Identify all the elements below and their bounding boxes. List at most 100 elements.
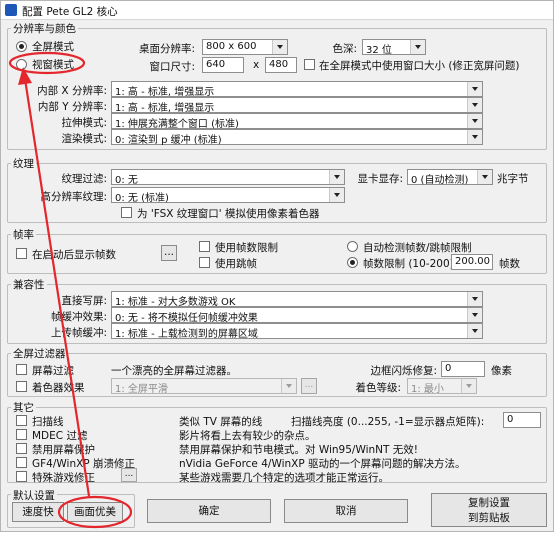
chevron-down-icon	[477, 170, 492, 184]
show-fps-checkbox[interactable]	[16, 248, 27, 259]
auto-detect-fps-radio[interactable]	[347, 241, 358, 252]
scan-bright-input[interactable]: 0	[503, 412, 541, 428]
border-fix-input[interactable]: 0	[441, 361, 485, 377]
nice-preset-button[interactable]: 画面优美	[67, 502, 123, 522]
manual-fps-radio[interactable]	[347, 257, 358, 268]
hires-texture-value: 0: 无 (标准)	[115, 193, 169, 204]
config-dialog: 配置 Pete GL2 核心 分辨率与颜色 全屏模式 视窗模式 桌面分辨率: 8…	[0, 0, 554, 532]
fps-limit-checkbox[interactable]	[199, 241, 210, 252]
disable-screensaver-checkbox[interactable]	[16, 443, 27, 454]
frame-buffer-value: 0: 无 - 将不模拟任何帧缓冲效果	[115, 313, 258, 324]
fps-more-button[interactable]: ...	[161, 245, 177, 261]
render-mode-combo[interactable]: 0: 渲染到 p 缓冲 (标准)	[111, 129, 483, 146]
internal-y-combo[interactable]: 1: 高 - 标准, 增强显示	[111, 97, 483, 114]
window-height-input[interactable]: 480	[265, 57, 297, 73]
copy-settings-line2: 到剪贴板	[468, 512, 510, 524]
chevron-down-icon	[272, 40, 287, 54]
window-width-input[interactable]: 640	[202, 57, 244, 73]
chevron-down-icon	[281, 379, 296, 393]
show-fps-label: 在启动后显示帧数	[32, 249, 116, 261]
window-size-label: 窗口尺寸:	[149, 61, 195, 73]
copy-settings-button[interactable]: 复制设置 到剪贴板	[431, 493, 547, 527]
chevron-down-icon	[329, 188, 344, 202]
fullscreen-radio[interactable]	[16, 41, 27, 52]
upload-fb-combo[interactable]: 1: 标准 - 上载检测到的屏幕区域	[111, 323, 483, 340]
chevron-down-icon	[467, 82, 482, 96]
vram-unit: 兆字节	[497, 173, 529, 185]
vram-label: 显卡显存:	[357, 173, 403, 185]
color-level-combo[interactable]: 1: 最小	[407, 378, 477, 395]
windowed-label: 视窗模式	[32, 59, 74, 71]
screen-filter-desc: 一个漂亮的全屏幕过滤器。	[111, 365, 237, 377]
color-effect-more-label: ...	[304, 380, 314, 390]
upload-fb-label: 上传帧缓冲:	[50, 327, 107, 339]
misc-group-title: 其它	[11, 400, 36, 415]
direct-write-value: 1: 标准 - 对大多数游戏 OK	[115, 297, 236, 308]
internal-x-value: 1: 高 - 标准, 增强显示	[115, 87, 215, 98]
windowed-radio[interactable]	[16, 59, 27, 70]
color-effect-more-button[interactable]: ...	[301, 378, 317, 394]
compat-group-title: 兼容性	[11, 277, 47, 292]
game-fixes-label: 特殊游戏修正	[32, 472, 95, 484]
desktop-res-combo[interactable]: 800 x 600	[202, 39, 288, 55]
game-fixes-desc: 某些游戏需要几个特定的选项才能正常运行。	[179, 472, 389, 484]
texture-filter-combo[interactable]: 0: 无	[111, 169, 345, 186]
frame-buffer-label: 帧缓冲效果:	[50, 311, 107, 323]
internal-y-label: 内部 Y 分辨率:	[37, 101, 107, 113]
border-fix-unit: 像素	[491, 365, 512, 377]
chevron-down-icon	[461, 379, 476, 393]
color-depth-combo[interactable]: 32 位	[362, 39, 426, 56]
gf4-fix-checkbox[interactable]	[16, 457, 27, 468]
texture-filter-label: 纹理过滤:	[61, 173, 107, 185]
gf4-fix-desc: nVidia GeForce 4/WinXP 驱动的一个屏幕问题的解决方法。	[179, 458, 466, 470]
border-fix-value: 0	[445, 363, 452, 374]
title-bar: 配置 Pete GL2 核心	[1, 1, 553, 20]
ok-button[interactable]: 确定	[147, 499, 271, 523]
scanline-checkbox[interactable]	[16, 415, 27, 426]
cancel-button[interactable]: 取消	[284, 499, 408, 523]
game-fixes-more-button[interactable]: ...	[121, 468, 137, 482]
app-icon	[5, 4, 17, 16]
color-effect-checkbox[interactable]	[16, 381, 27, 392]
use-window-size-checkbox[interactable]	[304, 59, 315, 70]
texture-filter-value: 0: 无	[115, 175, 138, 186]
fps-more-label: ...	[163, 246, 174, 258]
frame-buffer-combo[interactable]: 0: 无 - 将不模拟任何帧缓冲效果	[111, 307, 483, 324]
manual-fps-label: 帧数限制 (10-200)	[363, 258, 454, 270]
color-level-label: 着色等级:	[355, 382, 401, 394]
chevron-down-icon	[467, 292, 482, 306]
screen-filter-label: 屏幕过滤	[32, 365, 74, 377]
internal-x-combo[interactable]: 1: 高 - 标准, 增强显示	[111, 81, 483, 98]
internal-y-value: 1: 高 - 标准, 增强显示	[115, 103, 215, 114]
mdec-filter-label: MDEC 过滤	[32, 430, 88, 442]
fsx-shader-checkbox[interactable]	[121, 207, 132, 218]
scanline-desc: 类似 TV 屏幕的线	[179, 416, 263, 428]
direct-write-combo[interactable]: 1: 标准 - 对大多数游戏 OK	[111, 291, 483, 308]
window-title: 配置 Pete GL2 核心	[22, 6, 118, 18]
mdec-filter-checkbox[interactable]	[16, 429, 27, 440]
game-fixes-checkbox[interactable]	[16, 471, 27, 482]
screen-filter-checkbox[interactable]	[16, 364, 27, 375]
fps-unit: 帧数	[499, 258, 520, 270]
disable-screensaver-desc: 禁用屏幕保护和节电模式。对 Win95/WinNT 无效!	[179, 444, 418, 456]
frame-skip-checkbox[interactable]	[199, 257, 210, 268]
border-fix-label: 边框闪烁修复:	[370, 365, 437, 377]
nice-preset-label: 画面优美	[74, 506, 116, 518]
chevron-down-icon	[467, 308, 482, 322]
fast-preset-button[interactable]: 速度快	[12, 502, 64, 522]
desktop-res-value: 800 x 600	[206, 41, 257, 52]
scan-bright-value: 0	[507, 414, 514, 425]
render-mode-label: 渲染模式:	[61, 133, 107, 145]
stretch-mode-combo[interactable]: 1: 伸展充满整个窗口 (标准)	[111, 113, 483, 130]
frame-skip-label: 使用跳帧	[215, 258, 257, 270]
desktop-res-label: 桌面分辨率:	[138, 43, 195, 55]
chevron-down-icon	[467, 98, 482, 112]
upload-fb-value: 1: 标准 - 上载检测到的屏幕区域	[115, 329, 258, 340]
fps-limit-input[interactable]: 200.00	[451, 254, 493, 270]
window-size-times: x	[253, 59, 260, 71]
color-effect-combo[interactable]: 1: 全屏平滑	[111, 378, 297, 395]
vram-combo[interactable]: 0 (自动检测)	[407, 169, 493, 186]
stretch-mode-value: 1: 伸展充满整个窗口 (标准)	[115, 119, 239, 130]
hires-texture-combo[interactable]: 0: 无 (标准)	[111, 187, 345, 204]
stretch-mode-label: 拉伸模式:	[61, 117, 107, 129]
